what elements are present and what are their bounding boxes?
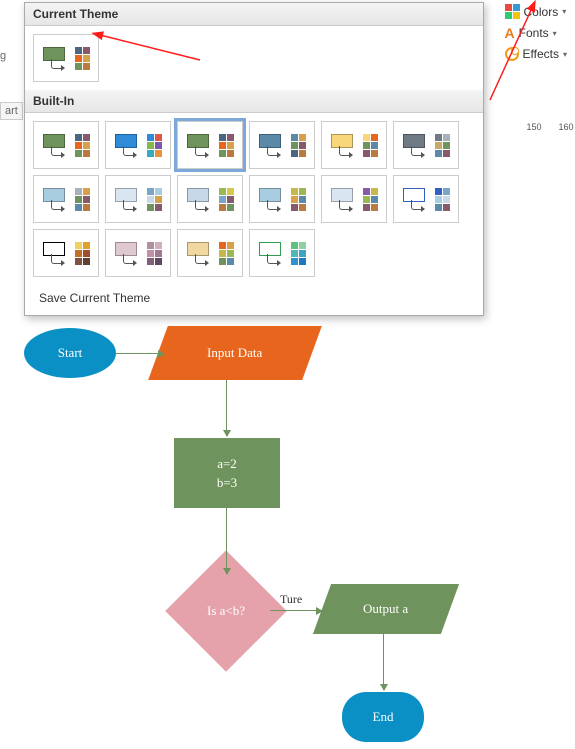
theme-thumb-1[interactable] <box>105 121 171 169</box>
theme-swatches <box>75 47 90 70</box>
theme-swatches <box>75 134 90 157</box>
cropped-text: g <box>0 50 23 62</box>
node-label: Input Data <box>207 345 262 361</box>
theme-swatches <box>219 134 234 157</box>
builtin-header: Built-In <box>25 90 483 113</box>
fonts-dropdown[interactable]: A Fonts ▾ <box>501 23 571 43</box>
theme-shape-icon <box>331 134 359 156</box>
theme-thumb-10[interactable] <box>321 175 387 223</box>
flowchart-decision-node[interactable]: Is a<b? <box>183 568 269 654</box>
colors-label: Colors <box>524 5 559 19</box>
flowchart-process-node[interactable]: a=2 b=3 <box>174 438 280 508</box>
current-theme-header: Current Theme <box>25 3 483 26</box>
theme-swatches <box>147 188 162 211</box>
theme-thumb-5[interactable] <box>393 121 459 169</box>
fonts-icon: A <box>505 25 515 41</box>
theme-shape-icon <box>259 134 287 156</box>
theme-shape-icon <box>259 242 287 264</box>
theme-swatches <box>291 242 306 265</box>
theme-thumb-2[interactable] <box>177 121 243 169</box>
builtin-theme-grid <box>25 113 483 285</box>
theme-swatches <box>291 188 306 211</box>
theme-swatches <box>363 188 378 211</box>
flowchart-connector[interactable] <box>226 508 227 574</box>
theme-swatches <box>75 242 90 265</box>
flowchart-start-node[interactable]: Start <box>24 328 116 378</box>
effects-label: Effects <box>523 47 559 61</box>
theme-swatches <box>219 242 234 265</box>
theme-swatches <box>147 134 162 157</box>
theme-shape-icon <box>187 134 215 156</box>
flowchart-connector[interactable] <box>383 634 384 690</box>
theme-thumb-3[interactable] <box>249 121 315 169</box>
theme-thumb-6[interactable] <box>33 175 99 223</box>
ruler: 150 160 <box>525 122 575 132</box>
node-label: Start <box>58 345 83 361</box>
theme-shape-icon <box>403 134 431 156</box>
theme-thumb-14[interactable] <box>177 229 243 277</box>
connector-label: Ture <box>280 592 302 607</box>
theme-shape-icon <box>331 188 359 210</box>
chevron-down-icon: ▾ <box>562 7 566 16</box>
fonts-label: Fonts <box>519 26 549 40</box>
theme-swatches <box>435 134 450 157</box>
flowchart-connector[interactable] <box>116 353 164 354</box>
theme-thumb-12[interactable] <box>33 229 99 277</box>
node-label: End <box>373 709 394 725</box>
theme-shape-icon <box>403 188 431 210</box>
theme-swatches <box>219 188 234 211</box>
theme-shape-icon <box>115 188 143 210</box>
theme-gallery-panel: Current Theme Built-In Save Current Them… <box>24 2 484 316</box>
colors-dropdown[interactable]: Colors ▾ <box>501 2 571 21</box>
theme-shape-icon <box>43 188 71 210</box>
theme-thumb-9[interactable] <box>249 175 315 223</box>
flowchart-connector[interactable] <box>270 610 322 611</box>
ruler-tick: 150 <box>525 122 543 132</box>
theme-shape-icon <box>115 242 143 264</box>
theme-thumb-15[interactable] <box>249 229 315 277</box>
flowchart-connector[interactable] <box>226 380 227 436</box>
node-label: Output a <box>363 601 408 617</box>
theme-swatches <box>75 188 90 211</box>
theme-swatches <box>363 134 378 157</box>
theme-thumb-current[interactable] <box>33 34 99 82</box>
theme-shape-icon <box>187 242 215 264</box>
colors-icon <box>505 4 520 19</box>
node-label: b=3 <box>217 473 237 493</box>
theme-shape-icon <box>43 242 71 264</box>
cropped-label: art <box>0 102 23 120</box>
theme-thumb-4[interactable] <box>321 121 387 169</box>
theme-swatches <box>291 134 306 157</box>
theme-shape-icon <box>259 188 287 210</box>
flowchart-input-node[interactable]: Input Data <box>148 326 322 380</box>
theme-thumb-0[interactable] <box>33 121 99 169</box>
node-label: a=2 <box>217 454 237 474</box>
theme-thumb-13[interactable] <box>105 229 171 277</box>
effects-dropdown[interactable]: Effects ▾ <box>501 45 571 63</box>
theme-swatches <box>435 188 450 211</box>
chevron-down-icon: ▾ <box>553 29 557 38</box>
chevron-down-icon: ▾ <box>563 50 567 59</box>
current-theme-grid <box>25 26 483 90</box>
theme-thumb-7[interactable] <box>105 175 171 223</box>
flowchart-canvas[interactable]: Start Input Data a=2 b=3 Is a<b? Output … <box>0 300 575 749</box>
node-label: Is a<b? <box>207 603 245 619</box>
theme-shape-icon <box>43 134 71 156</box>
theme-thumb-11[interactable] <box>393 175 459 223</box>
theme-shape-icon <box>115 134 143 156</box>
effects-icon <box>505 47 519 61</box>
ruler-tick: 160 <box>557 122 575 132</box>
flowchart-end-node[interactable]: End <box>342 692 424 742</box>
theme-swatches <box>147 242 162 265</box>
flowchart-output-node[interactable]: Output a <box>313 584 459 634</box>
theme-shape-icon <box>43 47 71 69</box>
theme-shape-icon <box>187 188 215 210</box>
theme-thumb-8[interactable] <box>177 175 243 223</box>
